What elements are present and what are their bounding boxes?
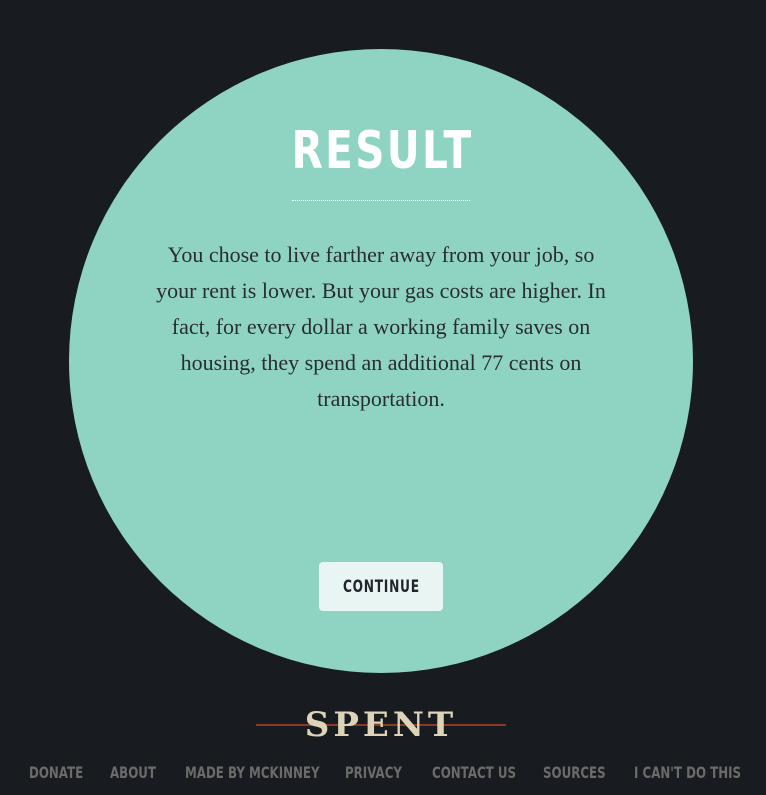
footer-link-i-cant-do-this[interactable]: I CAN'T DO THIS (634, 762, 741, 784)
logo-text: SPENT (304, 705, 458, 745)
result-message: You chose to live farther away from your… (156, 242, 606, 411)
continue-label: CONTINUE (342, 576, 420, 597)
footer-link-made-by-mckinney[interactable]: MADE BY MCKINNEY (185, 762, 320, 784)
title-divider (292, 200, 470, 201)
spent-logo[interactable]: SPENT (256, 706, 506, 746)
footer-link-contact-us[interactable]: CONTACT US (432, 762, 516, 784)
result-title: RESULT (291, 121, 474, 181)
footer-nav: DONATE ABOUT MADE BY MCKINNEY PRIVACY CO… (0, 762, 766, 786)
footer-link-privacy[interactable]: PRIVACY (345, 762, 402, 784)
footer-link-sources[interactable]: SOURCES (543, 762, 606, 784)
footer-link-donate[interactable]: DONATE (29, 762, 83, 784)
continue-button[interactable]: CONTINUE (319, 562, 443, 611)
footer-link-about[interactable]: ABOUT (110, 762, 156, 784)
